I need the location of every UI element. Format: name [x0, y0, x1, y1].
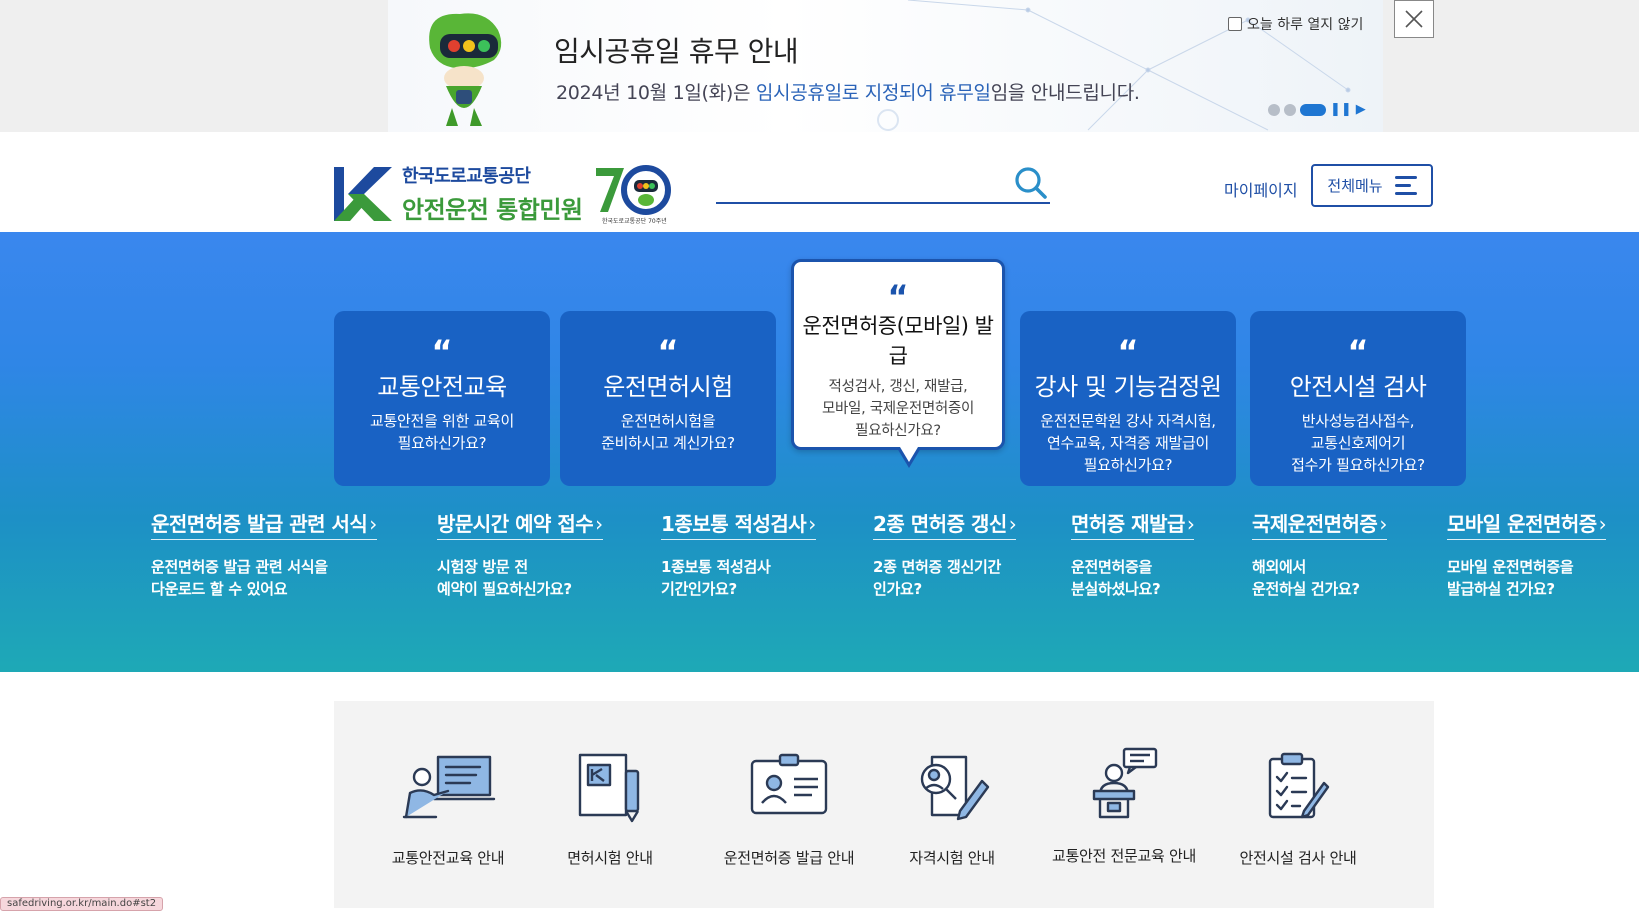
card-desc: 운전전문학원 강사 자격시험, 연수교육, 자격증 재발급이 필요하신가요?	[1040, 412, 1216, 474]
popup-banner: 임시공휴일 휴무 안내 2024년 10월 1일(화)은 임시공휴일로 지정되어…	[0, 0, 1639, 132]
slide-dot[interactable]	[1284, 104, 1296, 116]
quick-link-title: 면허증 재발급	[1071, 512, 1185, 536]
chevron-right-icon: ›	[808, 512, 816, 536]
card-license-exam[interactable]: “ 운전면허시험 운전면허시험을 준비하시고 계신가요?	[560, 311, 776, 486]
card-instructor[interactable]: “ 강사 및 기능검정원 운전전문학원 강사 자격시험, 연수교육, 자격증 재발…	[1020, 311, 1236, 486]
quick-link-renewal[interactable]: 2종 면허증 갱신 › 2종 면허증 갱신기간 인가요?	[873, 508, 1017, 600]
quick-link-international[interactable]: 국제운전면허증 › 해외에서 운전하실 건가요?	[1252, 508, 1387, 600]
chevron-right-icon: ›	[1379, 512, 1387, 536]
quick-link-desc: 운전면허증을 분실하셨나요?	[1071, 558, 1161, 598]
card-title: 운전면허증(모바일) 발급	[802, 314, 994, 368]
service-guide-panel: 교통안전교육 안내 면허시험 안내 운전면허증 발급 안내 자격시험 안내 교통…	[334, 701, 1434, 908]
card-desc: 적성검사, 갱신, 재발급, 모바일, 국제운전면허증이 필요하신가요?	[821, 379, 975, 439]
slide-dot-active[interactable]	[1300, 104, 1326, 116]
teacher-board-icon	[402, 755, 496, 819]
hero-section: “ 교통안전교육 교통안전을 위한 교육이 필요하신가요? “ 운전면허시험 운전…	[0, 232, 1639, 672]
quick-link-desc: 운전면허증 발급 관련 서식을 다운로드 할 수 있어요	[151, 558, 328, 598]
popup-title: 임시공휴일 휴무 안내	[554, 35, 799, 68]
quote-icon: “	[1347, 333, 1369, 371]
card-pointer-inner	[900, 447, 918, 462]
all-menu-label: 전체메뉴	[1327, 177, 1383, 195]
status-url-tooltip: safedriving.or.kr/main.do#st2	[0, 897, 164, 911]
quick-link-desc: 모바일 운전면허증을 발급하실 건가요?	[1447, 558, 1574, 598]
clipboard-check-icon	[1268, 752, 1330, 819]
card-title: 운전면허시험	[603, 373, 733, 401]
lecturer-podium-icon	[1092, 747, 1158, 819]
mascot-icon	[429, 13, 502, 126]
card-traffic-education[interactable]: “ 교통안전교육 교통안전을 위한 교육이 필요하신가요?	[334, 311, 550, 486]
no-show-label: 오늘 하루 열지 않기	[1247, 17, 1364, 33]
popup-description: 2024년 10월 1일(화)은 임시공휴일로 지정되어 휴무일임을 안내드립니…	[556, 82, 1140, 104]
pause-icon[interactable]: ❚❚	[1330, 103, 1352, 116]
service-professional-education[interactable]: 교통안전 전문교육 안내	[1034, 747, 1214, 866]
quick-link-desc: 1종보통 적성검사 기간인가요?	[661, 558, 771, 598]
service-traffic-education[interactable]: 교통안전교육 안내	[382, 751, 514, 868]
all-menu-button[interactable]: 전체메뉴	[1311, 164, 1433, 207]
card-safety-facility[interactable]: “ 안전시설 검사 반사성능검사접수, 교통신호제어기 접수가 필요하신가요?	[1250, 311, 1466, 486]
quick-link-reissue[interactable]: 면허증 재발급 › 운전면허증을 분실하셨나요?	[1071, 508, 1195, 600]
service-safety-facility[interactable]: 안전시설 검사 안내	[1230, 751, 1366, 868]
id-card-icon	[750, 753, 828, 815]
quick-link-title: 국제운전면허증	[1252, 512, 1378, 536]
quote-icon: “	[431, 333, 453, 371]
chevron-right-icon: ›	[1008, 512, 1017, 536]
quick-link-title: 2종 면허증 갱신	[873, 512, 1007, 536]
quick-link-mobile-license[interactable]: 모바일 운전면허증 › 모바일 운전면허증을 발급하실 건가요?	[1447, 508, 1607, 600]
card-title: 안전시설 검사	[1289, 373, 1427, 401]
play-icon[interactable]: ▶	[1356, 103, 1366, 116]
quote-icon: “	[1117, 333, 1139, 371]
service-label: 면허시험 안내	[567, 849, 653, 867]
hamburger-icon	[1394, 176, 1417, 195]
quick-link-desc: 해외에서 운전하실 건가요?	[1252, 558, 1360, 598]
org-name: 한국도로교통공단	[402, 166, 531, 187]
service-label: 교통안전 전문교육 안내	[1052, 847, 1196, 865]
quick-link-aptitude-test[interactable]: 1종보통 적성검사 › 1종보통 적성검사 기간인가요?	[661, 508, 816, 600]
quote-icon: “	[657, 333, 679, 371]
card-desc: 운전면허시험을 준비하시고 계신가요?	[601, 412, 735, 452]
card-license-issue[interactable]: “ 운전면허증(모바일) 발급 적성검사, 갱신, 재발급, 모바일, 국제운전면…	[791, 259, 1005, 450]
service-label: 운전면허증 발급 안내	[723, 849, 855, 867]
quick-link-title: 운전면허증 발급 관련 서식	[151, 512, 368, 536]
site-header: 한국도로교통공단 안전운전 통합민원 한국도로교통공단 70주년 마이페이지 전…	[0, 132, 1639, 232]
quick-link-reservation[interactable]: 방문시간 예약 접수 › 시험장 방문 전 예약이 필요하신가요?	[437, 508, 603, 600]
no-show-checkbox[interactable]	[1228, 17, 1242, 31]
card-title: 교통안전교육	[377, 373, 507, 401]
chevron-right-icon: ›	[369, 512, 377, 536]
anniversary-label: 한국도로교통공단 70주년	[602, 218, 667, 225]
search-icon[interactable]	[1014, 166, 1048, 200]
close-icon	[1405, 10, 1423, 28]
service-label: 안전시설 검사 안내	[1239, 849, 1357, 867]
popup-close-button[interactable]	[1394, 0, 1434, 38]
chevron-right-icon: ›	[1598, 512, 1607, 536]
quick-link-desc: 2종 면허증 갱신기간 인가요?	[873, 558, 1001, 598]
chevron-right-icon: ›	[1186, 512, 1195, 536]
search-input[interactable]	[716, 164, 1050, 204]
service-label: 자격시험 안내	[909, 849, 995, 867]
quick-link-forms[interactable]: 운전면허증 발급 관련 서식 › 운전면허증 발급 관련 서식을 다운로드 할 수 …	[151, 508, 377, 600]
service-qualification-exam[interactable]: 자격시험 안내	[890, 751, 1014, 868]
card-desc: 교통안전을 위한 교육이 필요하신가요?	[370, 412, 514, 452]
service-license-exam[interactable]: 면허시험 안내	[550, 751, 670, 868]
quick-link-title: 1종보통 적성검사	[661, 512, 807, 536]
card-desc: 반사성능검사접수, 교통신호제어기 접수가 필요하신가요?	[1291, 412, 1425, 474]
no-show-today[interactable]: 오늘 하루 열지 않기	[1228, 14, 1363, 34]
quick-link-desc: 시험장 방문 전 예약이 필요하신가요?	[437, 558, 572, 598]
service-license-issue[interactable]: 운전면허증 발급 안내	[704, 751, 874, 868]
exam-paper-icon	[920, 755, 990, 821]
quote-icon: “	[887, 278, 909, 316]
chevron-right-icon: ›	[595, 512, 603, 536]
anniversary-70-icon	[596, 165, 671, 215]
kroad-logo-icon	[334, 166, 392, 221]
license-pen-icon	[578, 753, 640, 823]
mypage-link[interactable]: 마이페이지	[1224, 177, 1298, 201]
slide-dot[interactable]	[1268, 104, 1280, 116]
quick-link-title: 모바일 운전면허증	[1447, 512, 1597, 536]
site-name: 안전운전 통합민원	[402, 196, 583, 224]
quick-link-title: 방문시간 예약 접수	[437, 512, 594, 536]
slide-controls: ❚❚ ▶	[1268, 103, 1366, 116]
card-title: 강사 및 기능검정원	[1034, 373, 1222, 401]
service-label: 교통안전교육 안내	[391, 849, 505, 867]
site-logo[interactable]: 한국도로교통공단 안전운전 통합민원	[334, 162, 583, 225]
